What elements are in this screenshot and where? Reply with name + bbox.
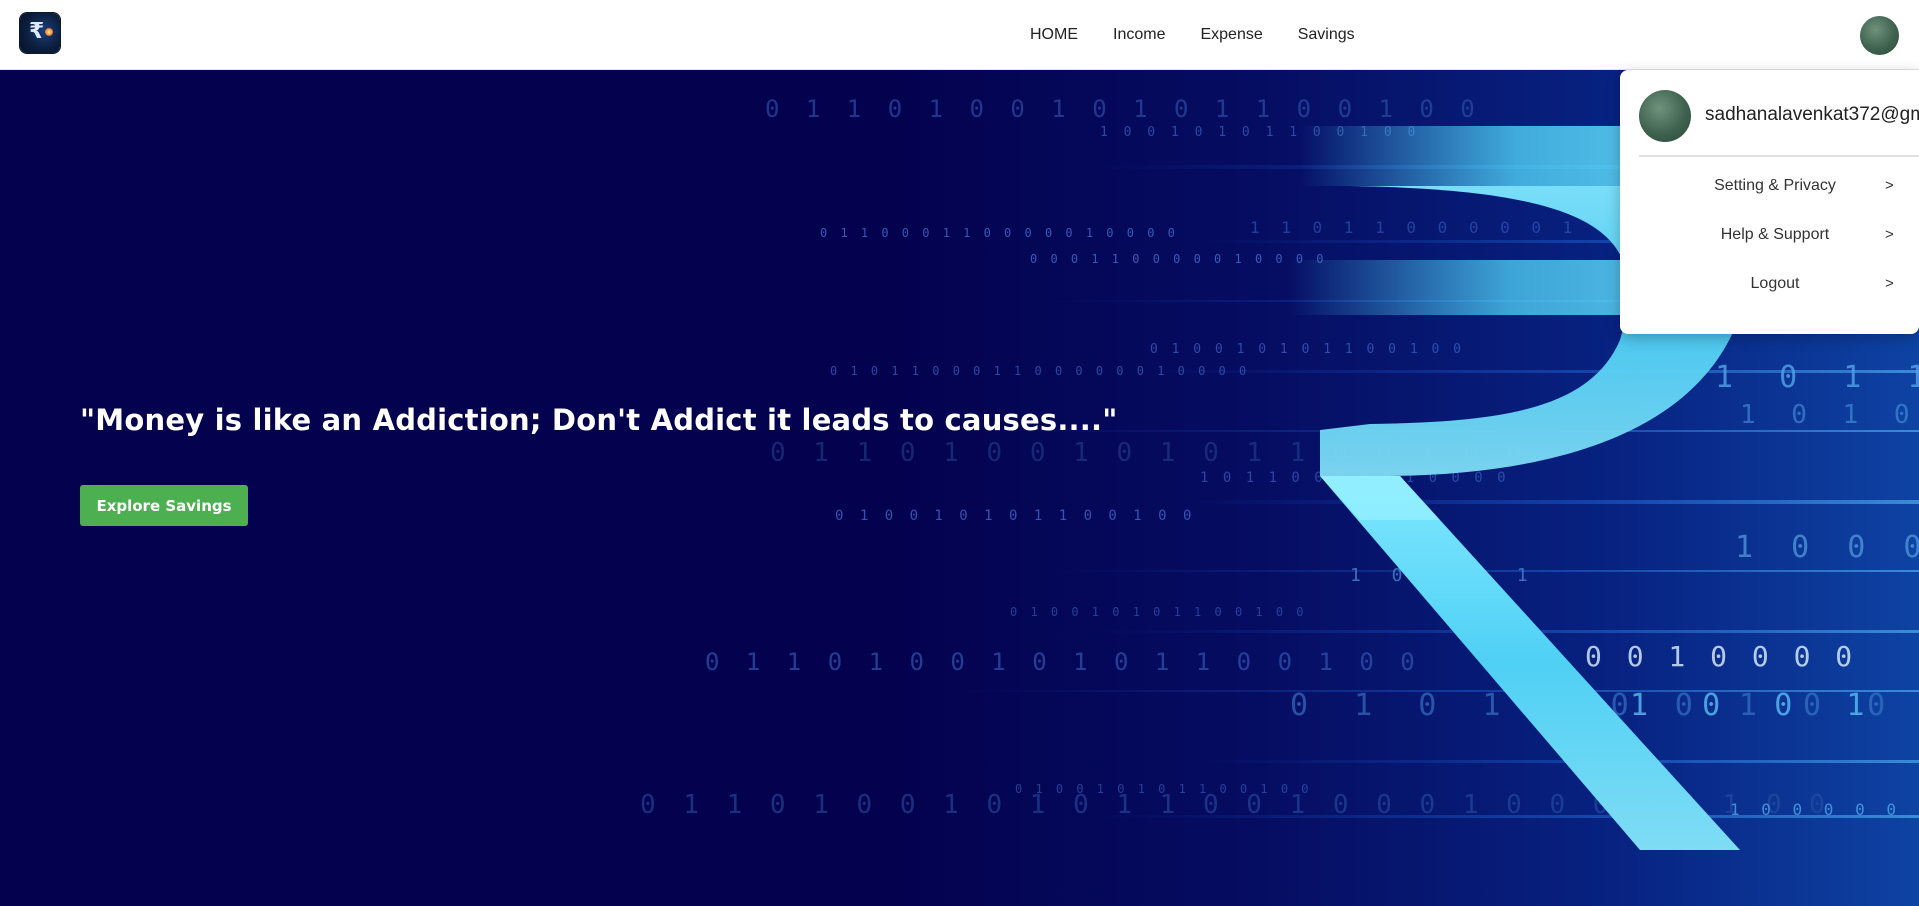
menu-item-setting-privacy[interactable]: Setting & Privacy > (1620, 171, 1919, 203)
user-email: sadhanalavenkat372@gm (1705, 104, 1919, 125)
dropdown-avatar (1639, 90, 1691, 142)
menu-item-logout[interactable]: Logout > (1620, 269, 1919, 301)
rupee-symbol-icon: ₹ (29, 19, 45, 44)
menu-item-label: Logout (1750, 275, 1800, 292)
chevron-right-icon: > (1885, 177, 1894, 194)
profile-dropdown: sadhanalavenkat372@gm Setting & Privacy … (1620, 70, 1919, 334)
hero-quote: "Money is like an Addiction; Don't Addic… (80, 403, 1118, 437)
navbar: ₹ HOME Income Expense Savings (0, 0, 1919, 70)
menu-item-label: Setting & Privacy (1714, 177, 1836, 194)
dropdown-divider (1639, 155, 1919, 157)
binary-row: 0 1 0 0 1 0 1 0 1 1 0 0 1 0 0 (835, 508, 1196, 524)
nav-links: HOME Income Expense Savings (1030, 0, 1390, 70)
user-avatar[interactable] (1860, 16, 1899, 55)
explore-savings-button[interactable]: Explore Savings (80, 485, 248, 526)
nav-link-income[interactable]: Income (1113, 26, 1165, 44)
spark-icon (45, 28, 53, 36)
menu-item-label: Help & Support (1720, 226, 1830, 243)
nav-link-expense[interactable]: Expense (1200, 26, 1262, 44)
nav-link-home[interactable]: HOME (1030, 26, 1078, 44)
menu-item-help-support[interactable]: Help & Support > (1620, 220, 1919, 252)
binary-row: 0 1 1 0 0 0 1 1 0 0 0 0 0 1 0 0 0 0 (820, 226, 1178, 240)
rupee-logo-icon[interactable]: ₹ (20, 13, 60, 53)
chevron-right-icon: > (1885, 226, 1894, 243)
nav-link-savings[interactable]: Savings (1298, 26, 1355, 44)
chevron-right-icon: > (1885, 275, 1894, 292)
